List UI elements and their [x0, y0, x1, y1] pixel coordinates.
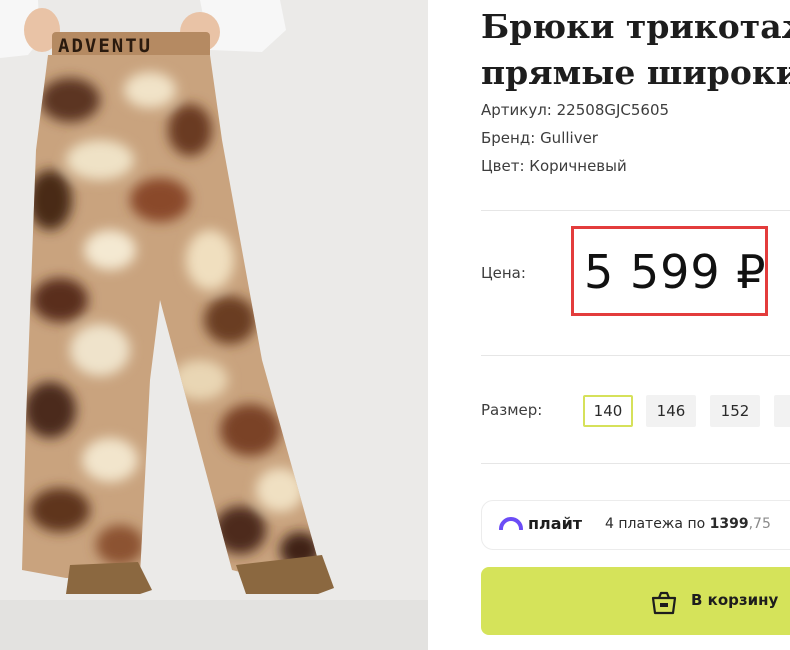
installments-amount: 1399 — [709, 516, 749, 532]
installments-description: 4 платежа по — [605, 516, 706, 532]
installments-text: 4 платежа по 1399,75 — [605, 516, 771, 532]
brand-label: Бренд: — [481, 129, 536, 147]
divider — [481, 210, 790, 211]
size-option-146[interactable]: 146 — [646, 395, 696, 427]
divider — [481, 355, 790, 356]
sku-row: Артикул: 22508GJC5605 — [481, 101, 669, 119]
size-option-152[interactable]: 152 — [710, 395, 760, 427]
installments-amount-fraction: ,75 — [748, 516, 771, 532]
product-title: Брюки трикотажные прямые широкие — [481, 4, 790, 96]
product-title-line-1: Брюки трикотажные — [481, 7, 790, 46]
size-option-next[interactable]: 1 — [774, 395, 790, 427]
size-option-140[interactable]: 140 — [583, 395, 633, 427]
shopping-bag-icon — [649, 589, 679, 619]
plait-brand-name: плайт — [528, 514, 583, 533]
add-to-cart-button[interactable]: В корзину — [481, 567, 790, 635]
color-row: Цвет: Коричневый — [481, 157, 627, 175]
sku-label: Артикул: — [481, 101, 552, 119]
waistband-label: ADVENTU — [58, 35, 153, 57]
sku-value: 22508GJC5605 — [556, 101, 670, 119]
product-title-line-2: прямые широкие — [481, 53, 790, 92]
add-to-cart-label: В корзину — [691, 591, 779, 609]
color-label: Цвет: — [481, 157, 525, 175]
size-label: Размер: — [481, 401, 543, 419]
brand-value[interactable]: Gulliver — [540, 129, 598, 147]
price-value: 5 599 ₽ — [584, 245, 767, 299]
installments-banner[interactable]: плайт 4 платежа по 1399,75 — [481, 500, 790, 550]
color-value: Коричневый — [529, 157, 627, 175]
product-info-panel: Брюки трикотажные прямые широкие Артикул… — [428, 0, 790, 650]
plait-logo-icon — [499, 515, 523, 534]
divider — [481, 463, 790, 464]
brand-row: Бренд: Gulliver — [481, 129, 598, 147]
price-label: Цена: — [481, 264, 526, 282]
product-photo[interactable]: ADVENTU — [0, 0, 428, 650]
